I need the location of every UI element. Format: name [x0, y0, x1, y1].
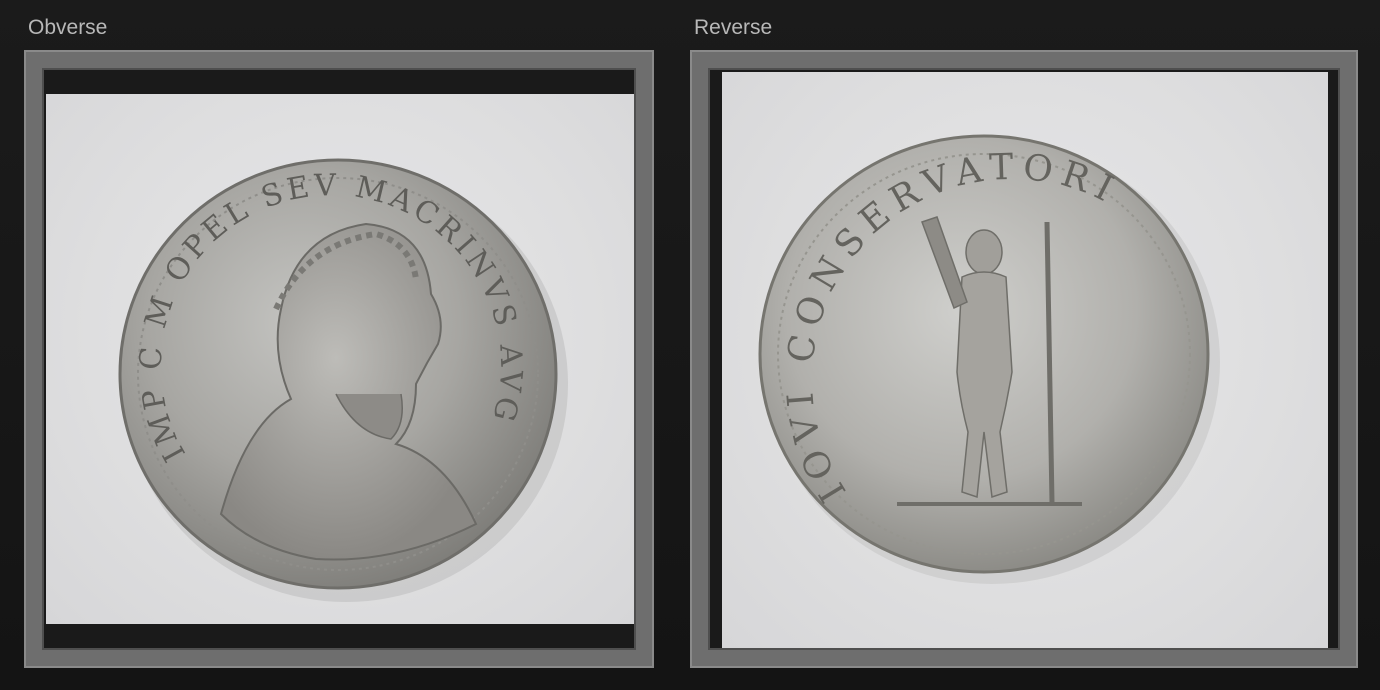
coin-viewer: Obverse IMP C M OPEL SEV MACRINVS AVG Re… [0, 0, 1380, 690]
reverse-image-viewport[interactable]: IOVI CONSERVATORI [708, 68, 1340, 650]
obverse-coin-photo: IMP C M OPEL SEV MACRINVS AVG [46, 94, 634, 624]
reverse-frame: IOVI CONSERVATORI [690, 50, 1358, 668]
reverse-label: Reverse [694, 16, 773, 39]
reverse-coin-image: IOVI CONSERVATORI [758, 134, 1220, 584]
obverse-frame: IMP C M OPEL SEV MACRINVS AVG [24, 50, 654, 668]
jupiter-head [965, 229, 1003, 275]
obverse-label: Obverse [28, 16, 108, 39]
reverse-coin-photo: IOVI CONSERVATORI [722, 72, 1328, 648]
obverse-coin-image: IMP C M OPEL SEV MACRINVS AVG [118, 158, 568, 602]
obverse-image-viewport[interactable]: IMP C M OPEL SEV MACRINVS AVG [42, 68, 636, 650]
